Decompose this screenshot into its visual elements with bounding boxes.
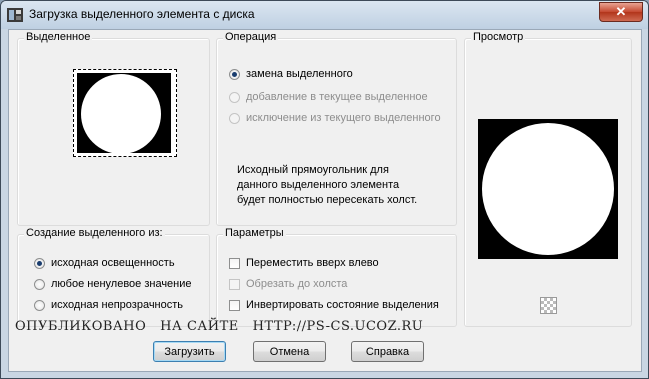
info-line: данного выделенного элемента xyxy=(237,179,400,191)
operation-info-text: Исходный прямоугольник для данного выдел… xyxy=(237,163,417,208)
source-luminance-radio[interactable]: исходная освещенность xyxy=(34,257,175,269)
any-nonzero-radio[interactable]: любое ненулевое значение xyxy=(34,278,192,290)
checkbox-label: Инвертировать состояние выделения xyxy=(246,299,439,311)
radio-icon xyxy=(229,112,240,124)
close-button[interactable]: ✕ xyxy=(599,2,643,22)
radio-label: замена выделенного xyxy=(246,68,353,80)
radio-label: исходная освещенность xyxy=(51,257,175,269)
preview-canvas xyxy=(478,119,618,259)
checkbox-label: Обрезать до холста xyxy=(246,278,348,290)
operation-replace-radio[interactable]: замена выделенного xyxy=(229,68,353,80)
radio-label: любое ненулевое значение xyxy=(51,278,192,290)
create-from-group-legend: Создание выделенного из: xyxy=(24,227,165,239)
info-line: будет полностью пересекать холст. xyxy=(237,194,418,206)
cancel-button[interactable]: Отмена xyxy=(253,341,326,362)
transparency-icon[interactable] xyxy=(540,297,557,314)
selection-group-legend: Выделенное xyxy=(24,31,93,43)
operation-group-legend: Операция xyxy=(223,31,279,43)
crop-to-canvas-checkbox[interactable]: Обрезать до холста xyxy=(229,278,347,290)
radio-selected-icon xyxy=(229,68,240,80)
info-line: Исходный прямоугольник для xyxy=(237,164,389,176)
selection-group: Выделенное xyxy=(17,31,210,226)
checkbox-icon xyxy=(229,257,240,269)
invert-selection-checkbox[interactable]: Инвертировать состояние выделения xyxy=(229,299,439,311)
watermark-text: ОПУБЛИКОВАНО НА САЙТЕ HTTP://PS-CS.UCOZ.… xyxy=(15,319,424,334)
operation-group: Операция замена выделенного добавление в… xyxy=(216,31,457,226)
title-bar[interactable]: Загрузка выделенного элемента с диска ✕ xyxy=(1,1,648,29)
checkbox-icon xyxy=(229,299,240,311)
window-title: Загрузка выделенного элемента с диска xyxy=(29,7,255,21)
checkbox-label: Переместить вверх влево xyxy=(246,257,379,269)
selection-thumbnail xyxy=(73,69,177,157)
radio-icon xyxy=(34,278,45,290)
radio-label: исключение из текущего выделенного xyxy=(246,112,441,124)
radio-icon xyxy=(34,299,45,311)
preview-group-legend: Просмотр xyxy=(471,31,526,43)
move-top-left-checkbox[interactable]: Переместить вверх влево xyxy=(229,257,379,269)
dialog-window: Загрузка выделенного элемента с диска ✕ … xyxy=(0,0,649,379)
radio-selected-icon xyxy=(34,257,45,269)
params-group: Параметры Переместить вверх влево Обреза… xyxy=(216,227,457,327)
help-button[interactable]: Справка xyxy=(351,341,424,362)
radio-label: добавление в текущее выделенное xyxy=(246,91,428,103)
app-icon xyxy=(7,8,23,22)
operation-subtract-radio[interactable]: исключение из текущего выделенного xyxy=(229,112,441,124)
operation-add-radio[interactable]: добавление в текущее выделенное xyxy=(229,91,428,103)
checkbox-icon xyxy=(229,278,240,290)
load-button[interactable]: Загрузить xyxy=(153,341,226,362)
radio-label: исходная непрозрачность xyxy=(51,299,184,311)
source-opacity-radio[interactable]: исходная непрозрачность xyxy=(34,299,183,311)
params-group-legend: Параметры xyxy=(223,227,286,239)
create-from-group: Создание выделенного из: исходная освеще… xyxy=(17,227,210,327)
radio-icon xyxy=(229,91,240,103)
